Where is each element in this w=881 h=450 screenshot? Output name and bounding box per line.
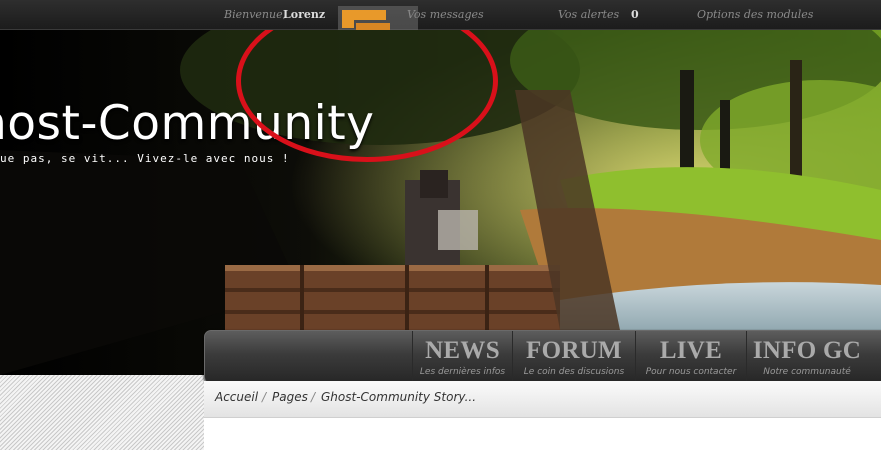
nav-item-label: LIVE (659, 337, 723, 364)
alerts-count-badge[interactable]: 0 (631, 8, 639, 21)
username-link[interactable]: Lorenz (283, 8, 325, 21)
nav-item-subtitle: Les dernières infos (419, 367, 506, 377)
nav-item-subtitle: Notre communauté (763, 367, 851, 377)
nav-item-info-gc[interactable]: INFO GC Notre communauté (746, 331, 867, 383)
main-navigation: NEWS Les dernières infos FORUM Le coin d… (204, 330, 881, 384)
nav-item-news[interactable]: NEWS Les dernières infos (412, 331, 512, 383)
messages-icon[interactable] (338, 6, 418, 30)
nav-item-subtitle: Pour nous contacter (645, 367, 737, 377)
header-banner: host-Community ue pas, se vit... Vivez-l… (0, 30, 881, 375)
nav-item-forum[interactable]: FORUM Le coin des discusions (512, 331, 635, 383)
module-options-link[interactable]: Options des modules (697, 8, 813, 21)
breadcrumb-separator: / (262, 390, 267, 404)
left-hatched-panel (0, 375, 204, 450)
page-content-area (204, 418, 881, 450)
breadcrumb: Accueil / Pages / Ghost-Community Story.… (204, 381, 881, 418)
nav-item-label: INFO GC (752, 337, 862, 364)
nav-item-subtitle: Le coin des discusions (523, 367, 625, 377)
breadcrumb-item-home[interactable]: Accueil (215, 390, 258, 404)
site-tagline: ue pas, se vit... Vivez-le avec nous ! (0, 152, 290, 165)
breadcrumb-item-current[interactable]: Ghost-Community Story... (321, 390, 476, 404)
nav-item-live[interactable]: LIVE Pour nous contacter (635, 331, 746, 383)
user-topbar: Bienvenue, Lorenz Vos messages Vos alert… (0, 0, 881, 30)
nav-item-label: FORUM (526, 337, 622, 364)
welcome-text: Bienvenue, (224, 8, 287, 21)
nav-item-label: NEWS (425, 337, 500, 364)
alerts-link[interactable]: Vos alertes (558, 8, 619, 21)
messages-link[interactable]: Vos messages (407, 8, 484, 21)
breadcrumb-item-pages[interactable]: Pages (272, 390, 308, 404)
breadcrumb-separator: / (311, 390, 316, 404)
